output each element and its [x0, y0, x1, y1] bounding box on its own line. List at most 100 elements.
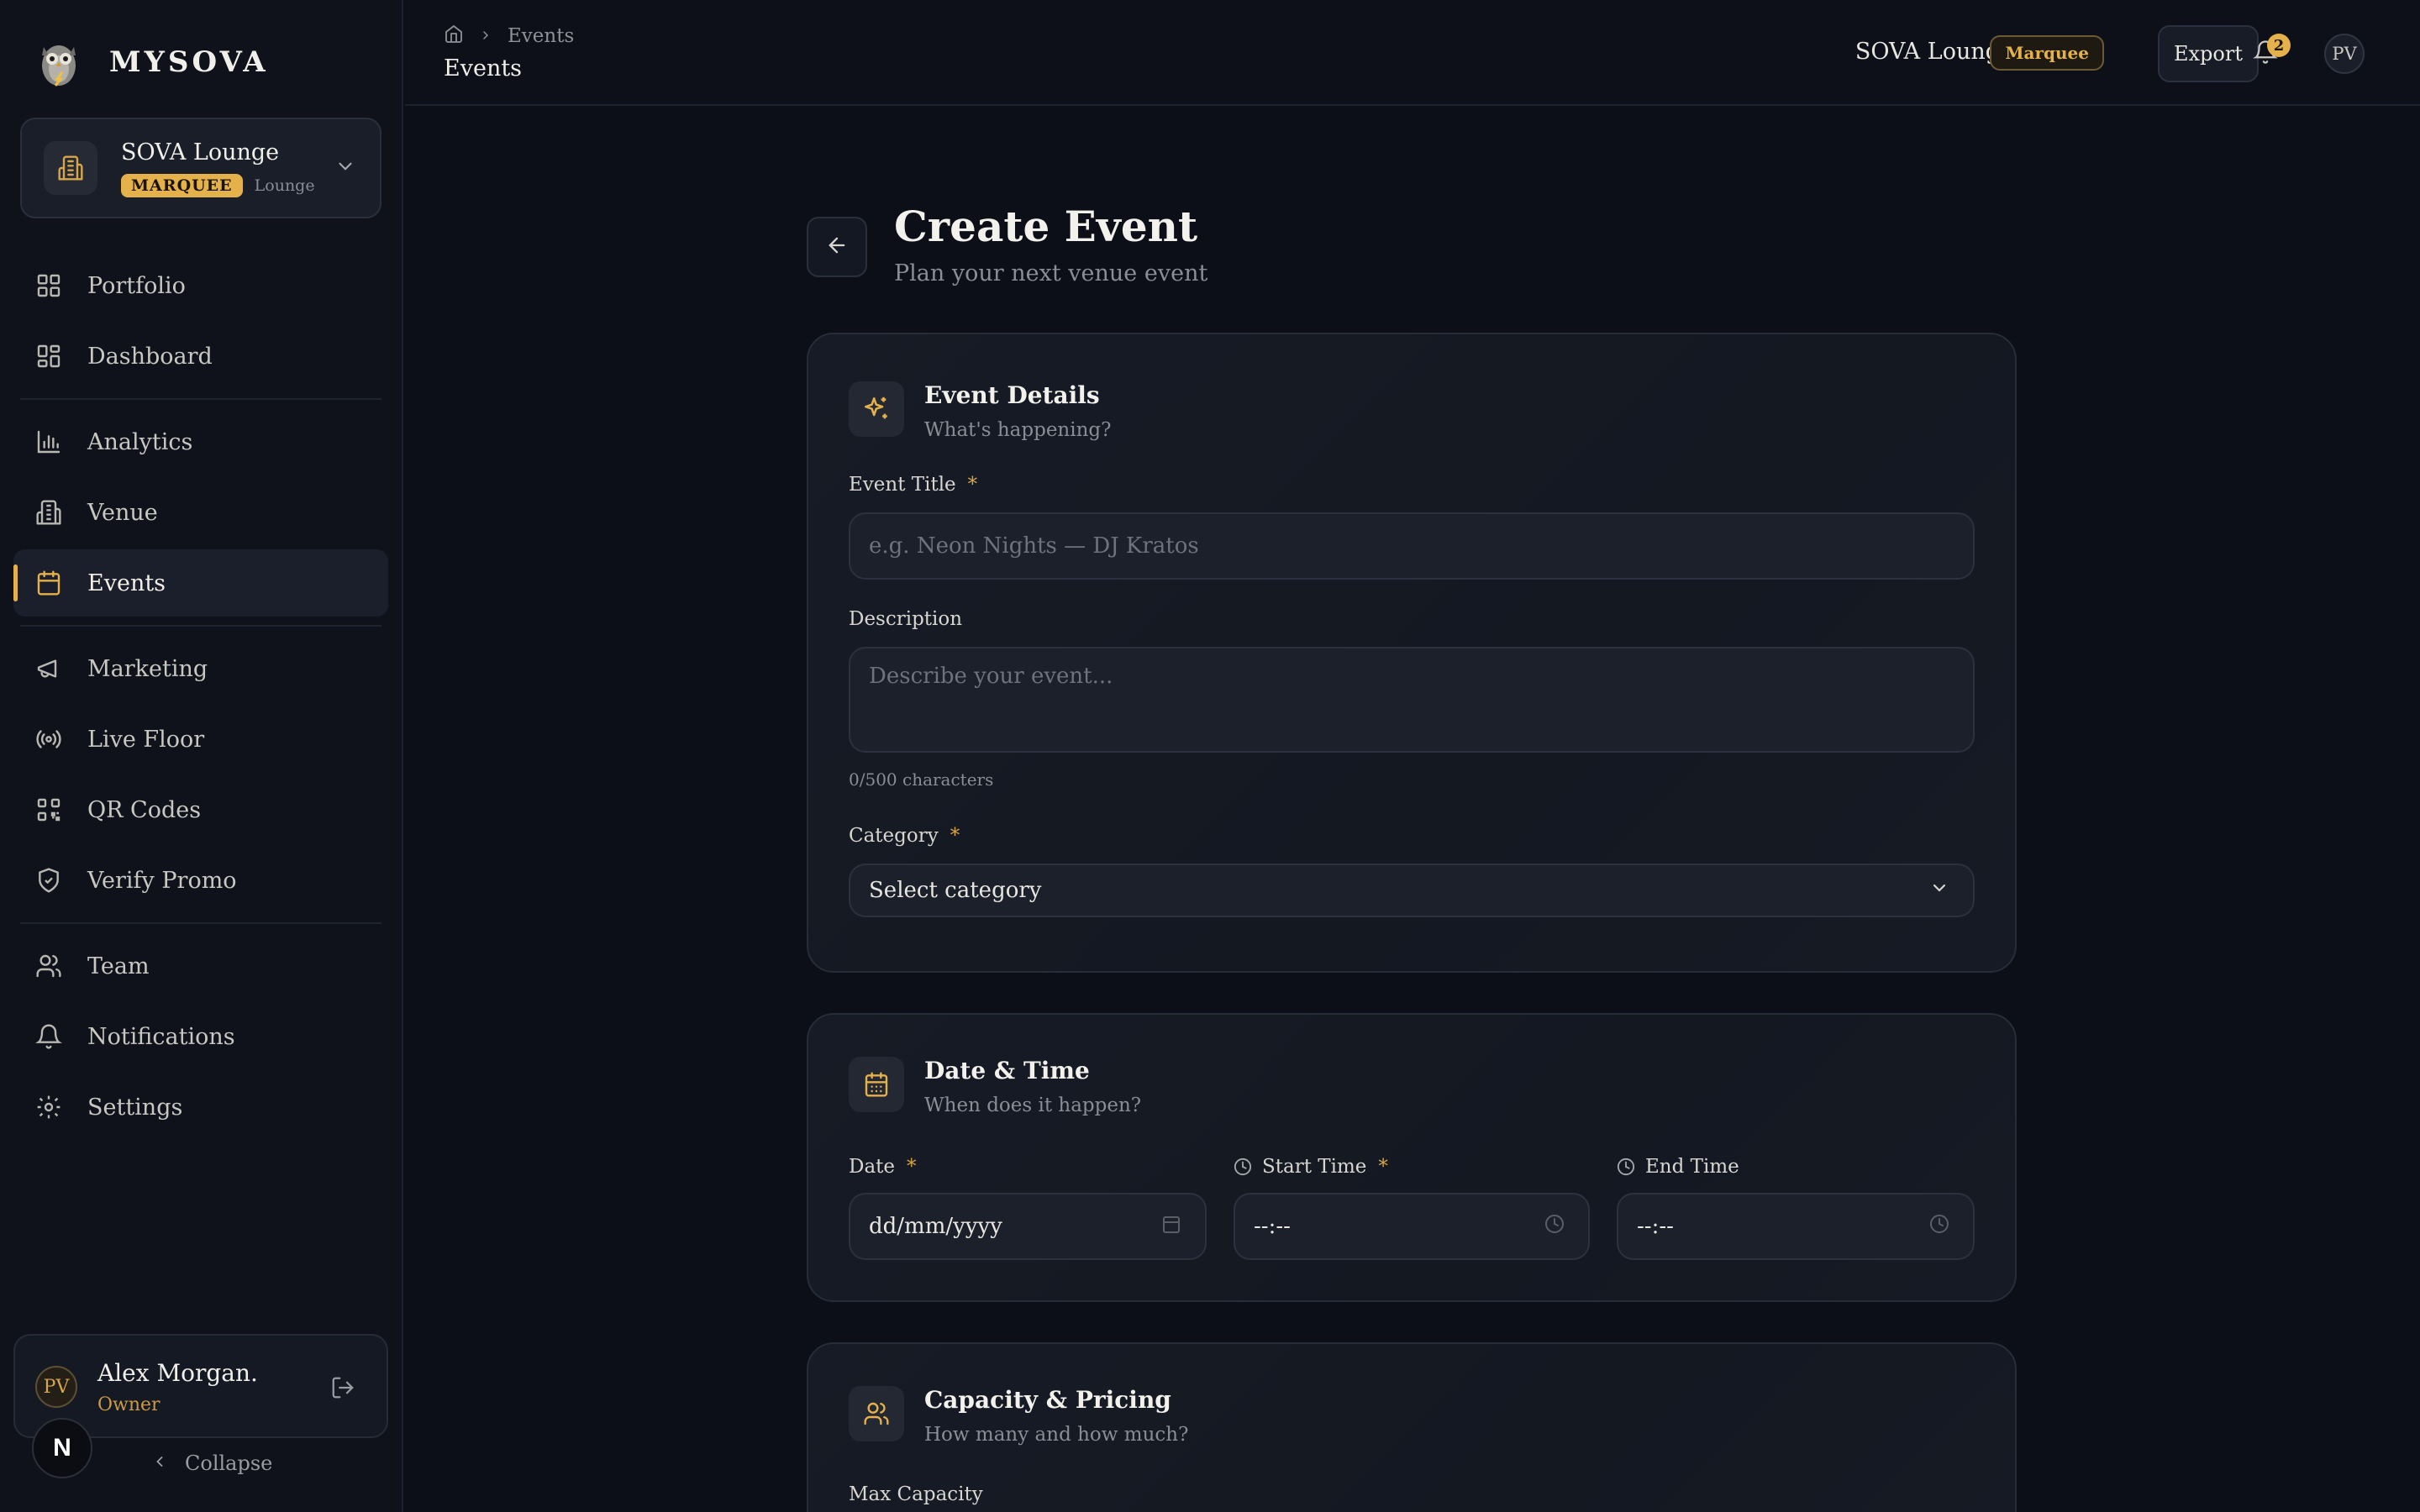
sidebar-item-label: Marketing: [87, 655, 208, 682]
sidebar-item-notifications[interactable]: Notifications: [13, 1003, 388, 1070]
sidebar-item-label: Venue: [87, 499, 158, 526]
sidebar-item-live-floor[interactable]: Live Floor: [13, 706, 388, 773]
page-title: Create Event: [894, 202, 1198, 251]
card-title: Date & Time: [924, 1057, 1090, 1084]
bell-icon: [34, 1021, 64, 1052]
collapse-button[interactable]: Collapse: [151, 1452, 272, 1475]
owl-logo-icon: [27, 30, 91, 94]
capacity-pricing-card: Capacity & Pricing How many and how much…: [807, 1342, 2017, 1512]
sidebar-item-venue[interactable]: Venue: [13, 479, 388, 546]
sidebar-item-label: Team: [87, 953, 150, 979]
tier-badge: Marquee: [1990, 35, 2104, 71]
dashboard-icon: [34, 341, 64, 371]
logout-icon[interactable]: [328, 1373, 358, 1403]
date-time-card: Date & Time When does it happen? Date * d…: [807, 1013, 2017, 1302]
chevron-left-icon: [151, 1452, 168, 1475]
sidebar-item-label: Analytics: [87, 428, 193, 455]
card-title: Event Details: [924, 381, 1100, 409]
breadcrumb-current: Events: [508, 25, 575, 47]
export-button[interactable]: Export: [2158, 25, 2259, 82]
bar-chart-icon: [34, 427, 64, 457]
sidebar-item-portfolio[interactable]: Portfolio: [13, 252, 388, 319]
chevron-down-icon: [1929, 878, 1949, 904]
character-count: 0/500 characters: [849, 769, 994, 790]
date-value: dd/mm/yyyy: [869, 1214, 1002, 1239]
sidebar-item-label: Dashboard: [87, 343, 213, 370]
sidebar-item-label: Settings: [87, 1094, 183, 1121]
sidebar-item-marketing[interactable]: Marketing: [13, 635, 388, 702]
breadcrumb: Events: [444, 24, 574, 49]
description-label: Description: [849, 608, 963, 630]
event-title-label: Event Title *: [849, 474, 978, 496]
tier-badge: MARQUEE: [121, 173, 243, 197]
clock-icon[interactable]: [1544, 1214, 1565, 1240]
chevron-down-icon: [334, 155, 356, 181]
qr-code-icon: [34, 795, 64, 825]
avatar[interactable]: PV: [2324, 34, 2365, 74]
brand-name: MYSOVA: [109, 45, 269, 79]
date-input[interactable]: dd/mm/yyyy: [849, 1193, 1207, 1260]
description-textarea[interactable]: Describe your event...: [849, 647, 1975, 753]
sidebar-item-dashboard[interactable]: Dashboard: [13, 323, 388, 390]
user-name: Alex Morgan.: [97, 1359, 258, 1387]
category-select[interactable]: Select category: [849, 864, 1975, 917]
card-title: Capacity & Pricing: [924, 1386, 1171, 1414]
n-badge[interactable]: N: [32, 1418, 92, 1478]
card-subtitle: What's happening?: [924, 419, 1112, 441]
arrow-left-icon: [825, 234, 849, 260]
sidebar-item-verify-promo[interactable]: Verify Promo: [13, 847, 388, 914]
gear-icon: [34, 1092, 64, 1122]
start-time-input[interactable]: --:--: [1234, 1193, 1590, 1260]
calendar-icon: [849, 1057, 904, 1112]
building-icon: [44, 141, 97, 195]
sidebar-nav: Portfolio Dashboard Analytics Venue Even…: [13, 252, 388, 1141]
divider: [20, 398, 381, 400]
sidebar-item-team[interactable]: Team: [13, 932, 388, 1000]
user-role: Owner: [97, 1394, 160, 1415]
calendar-icon[interactable]: [1161, 1214, 1181, 1240]
sidebar-item-analytics[interactable]: Analytics: [13, 408, 388, 475]
venue-type: Lounge: [254, 176, 315, 195]
sidebar: MYSOVA SOVA Lounge MARQUEE Lounge Portfo…: [0, 0, 403, 1512]
clock-icon: [1234, 1158, 1252, 1176]
sidebar-item-settings[interactable]: Settings: [13, 1074, 388, 1141]
venue-switcher[interactable]: SOVA Lounge MARQUEE Lounge: [20, 118, 381, 218]
card-subtitle: How many and how much?: [924, 1424, 1189, 1446]
category-label: Category *: [849, 825, 960, 847]
sidebar-item-label: Events: [87, 570, 166, 596]
sidebar-item-label: Portfolio: [87, 272, 186, 299]
brand[interactable]: MYSOVA: [27, 30, 269, 94]
page-subtitle: Plan your next venue event: [894, 260, 1208, 286]
end-time-input[interactable]: --:--: [1617, 1193, 1975, 1260]
venue-name: SOVA Lounge: [121, 139, 280, 165]
max-capacity-label: Max Capacity: [849, 1483, 983, 1505]
date-label: Date *: [849, 1156, 917, 1178]
clock-icon: [1617, 1158, 1635, 1176]
users-icon: [34, 951, 64, 981]
sidebar-item-label: QR Codes: [87, 796, 202, 823]
end-time-value: --:--: [1637, 1214, 1674, 1239]
users-icon: [849, 1386, 904, 1441]
sidebar-item-events[interactable]: Events: [13, 549, 388, 617]
megaphone-icon: [34, 654, 64, 684]
back-button[interactable]: [807, 217, 867, 277]
home-icon[interactable]: [444, 24, 464, 49]
notification-count-badge: 2: [2267, 34, 2291, 57]
category-value: Select category: [869, 878, 1042, 903]
building-icon: [34, 497, 64, 528]
sparkles-icon: [849, 381, 904, 437]
divider: [20, 922, 381, 924]
sidebar-item-label: Verify Promo: [87, 867, 237, 894]
sidebar-item-label: Live Floor: [87, 726, 205, 753]
sidebar-item-qr-codes[interactable]: QR Codes: [13, 776, 388, 843]
calendar-icon: [34, 568, 64, 598]
clock-icon[interactable]: [1929, 1214, 1949, 1240]
event-title-input[interactable]: e.g. Neon Nights — DJ Kratos: [849, 512, 1975, 580]
chevron-right-icon: [479, 25, 492, 47]
end-time-label: End Time: [1617, 1156, 1739, 1178]
sidebar-item-label: Notifications: [87, 1023, 235, 1050]
card-subtitle: When does it happen?: [924, 1095, 1142, 1116]
grid-icon: [34, 270, 64, 301]
notifications-button[interactable]: 2: [2247, 34, 2291, 72]
divider: [20, 625, 381, 627]
